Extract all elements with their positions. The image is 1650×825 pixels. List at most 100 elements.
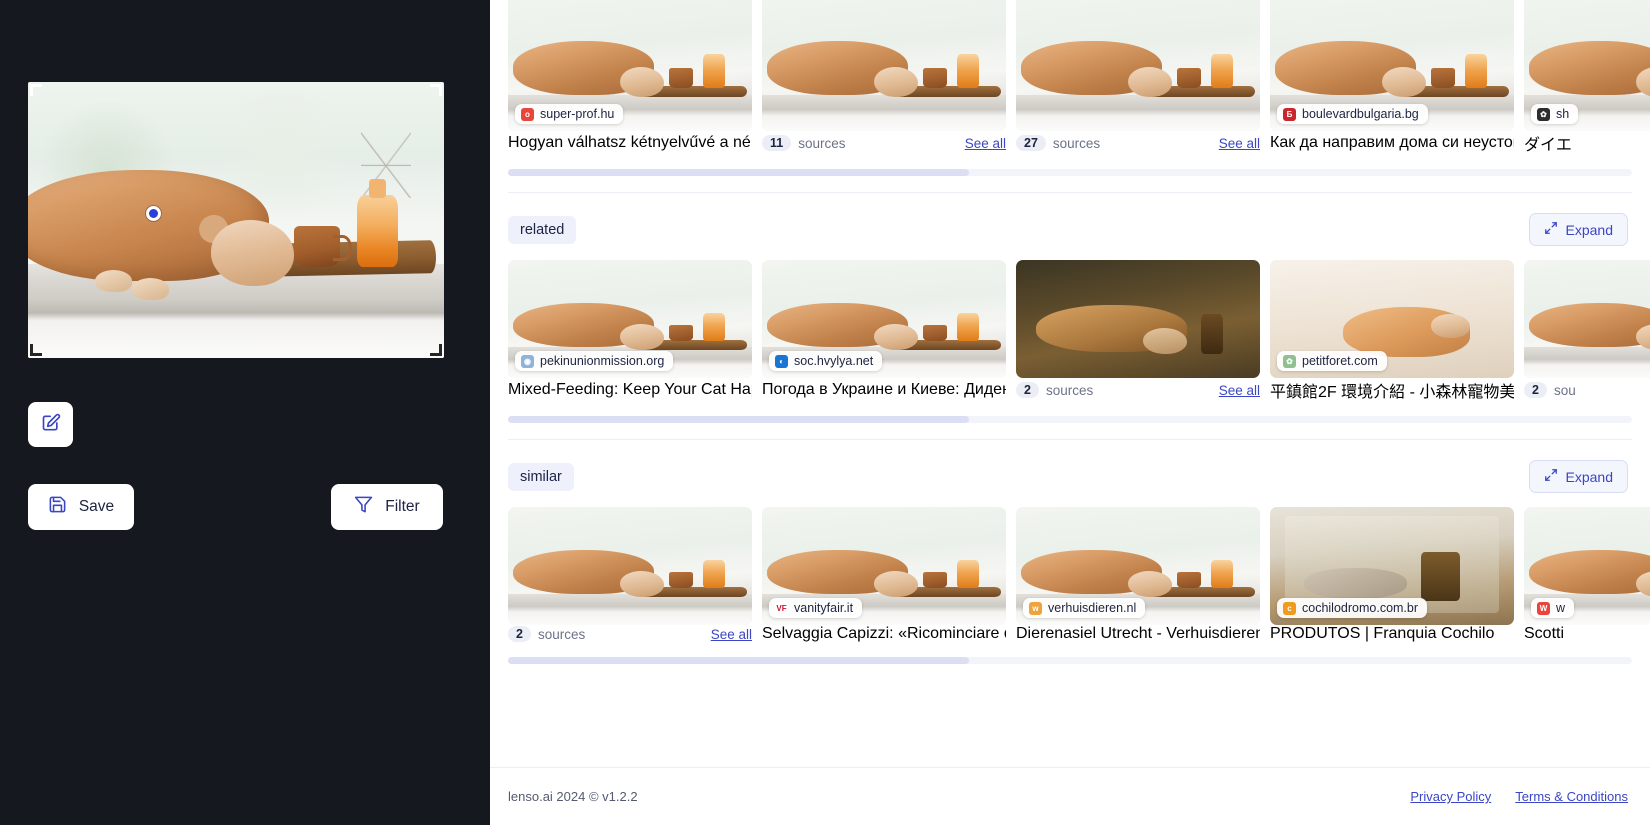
result-thumbnail[interactable]	[1016, 0, 1260, 131]
source-domain-label: boulevardbulgaria.bg	[1302, 107, 1419, 121]
horizontal-scrollbar[interactable]	[508, 416, 1632, 423]
result-title[interactable]: Погода в Украине и Киеве: Диденко спро	[762, 381, 1006, 399]
result-card[interactable]: c cochilodromo.com.br	[1270, 507, 1514, 625]
source-domain-badge[interactable]: ✿ petitforet.com	[1277, 351, 1387, 371]
filter-button-label: Filter	[385, 498, 420, 515]
result-title[interactable]: PRODUTOS | Franquia Cochilo	[1270, 625, 1494, 643]
expand-button-similar[interactable]: Expand	[1528, 460, 1628, 493]
result-card[interactable]	[762, 0, 1006, 131]
crop-editor[interactable]	[28, 82, 444, 358]
expand-button-label: Expand	[1565, 221, 1613, 238]
scrollbar-thumb[interactable]	[508, 657, 969, 664]
result-title[interactable]: Dierenasiel Utrecht - Verhuisdieren.nl	[1016, 625, 1260, 643]
result-title[interactable]: ダイエ	[1524, 131, 1572, 155]
source-domain-label: verhuisdieren.nl	[1048, 601, 1137, 615]
result-card[interactable]	[508, 507, 752, 625]
source-count: 11 sources	[762, 135, 846, 151]
source-count-label: sources	[1052, 135, 1101, 151]
result-card[interactable]: ◉ pekinunionmission.org	[508, 260, 752, 378]
see-all-link[interactable]: See all	[1219, 136, 1260, 151]
crop-handle-top-right[interactable]	[430, 84, 442, 96]
favicon-icon: ◉	[521, 354, 534, 368]
result-thumbnail[interactable]: Бboulevardbulgaria.bg	[1270, 0, 1514, 131]
result-thumbnail[interactable]: VF vanityfair.it	[762, 507, 1006, 625]
result-title[interactable]: Как да направим дома си неустоим за ко	[1270, 134, 1514, 152]
source-image[interactable]	[28, 82, 444, 358]
left-image-panel: Save Filter	[0, 0, 490, 825]
source-domain-badge[interactable]: Бboulevardbulgaria.bg	[1277, 104, 1428, 124]
result-thumbnail[interactable]: o super-prof.hu	[508, 0, 752, 131]
source-domain-badge[interactable]: o super-prof.hu	[515, 104, 624, 124]
source-domain-badge[interactable]: w verhuisdieren.nl	[1023, 598, 1146, 618]
result-card[interactable]	[1524, 260, 1650, 378]
result-card[interactable]: ◐ soc.hvylya.net	[762, 260, 1006, 378]
result-title[interactable]: Scotti	[1524, 625, 1564, 643]
result-thumbnail[interactable]: ◐ soc.hvylya.net	[762, 260, 1006, 378]
filter-button[interactable]: Filter	[331, 484, 443, 530]
see-all-link[interactable]: See all	[711, 627, 752, 642]
source-domain-badge[interactable]: VF vanityfair.it	[769, 598, 863, 618]
expand-button-related[interactable]: Expand	[1528, 213, 1628, 246]
result-card[interactable]: Ww	[1524, 507, 1650, 625]
result-card[interactable]: ✿ sh	[1524, 0, 1650, 131]
caption-row: Hogyan válhatsz kétnyelvűvé a német nyel…	[490, 131, 1650, 155]
result-thumbnail[interactable]: ✿ petitforet.com	[1270, 260, 1514, 378]
crop-handle-bottom-left[interactable]	[30, 344, 42, 356]
thumbnail-row[interactable]: ◉ pekinunionmission.org ◐ soc.hvylya.net ✿ pe…	[490, 260, 1650, 378]
result-caption-cell: Mixed-Feeding: Keep Your Cat Happy And H	[508, 378, 752, 402]
favicon-icon: w	[1029, 601, 1042, 615]
favicon-icon: Б	[1283, 107, 1296, 121]
scrollbar-thumb[interactable]	[508, 169, 969, 176]
result-title[interactable]: Mixed-Feeding: Keep Your Cat Happy And H	[508, 381, 752, 399]
result-thumbnail[interactable]	[1016, 260, 1260, 378]
result-title[interactable]: 平鎮館2F 環境介紹 - 小森林寵物美容旅館官網	[1270, 378, 1514, 402]
result-title[interactable]: Hogyan válhatsz kétnyelvűvé a német nyel…	[508, 134, 752, 152]
footer-links: Privacy Policy Terms & Conditions	[1410, 789, 1628, 804]
result-card[interactable]: w verhuisdieren.nl	[1016, 507, 1260, 625]
result-caption-cell: 2 sou	[1524, 378, 1650, 402]
see-all-link[interactable]: See all	[965, 136, 1006, 151]
source-domain-badge[interactable]: ◉ pekinunionmission.org	[515, 351, 674, 371]
result-thumbnail[interactable]: ✿ sh	[1524, 0, 1650, 131]
horizontal-scrollbar[interactable]	[508, 657, 1632, 664]
source-count-number: 27	[1016, 135, 1046, 151]
result-card[interactable]: o super-prof.hu	[508, 0, 752, 131]
source-count: 2 sou	[1524, 382, 1576, 398]
focus-point-marker[interactable]	[146, 206, 161, 221]
thumbnail-row[interactable]: o super-prof.hu Бboulevardbulgaria.bg ✿ sh	[490, 0, 1650, 131]
edit-button[interactable]	[28, 402, 73, 447]
source-domain-label: petitforet.com	[1302, 354, 1378, 368]
result-caption-cell: Selvaggia Capizzi: «Ricominciare dopo i …	[762, 625, 1006, 643]
result-thumbnail[interactable]	[508, 507, 752, 625]
result-thumbnail[interactable]	[762, 0, 1006, 131]
source-domain-badge[interactable]: ✿ sh	[1531, 104, 1579, 124]
privacy-policy-link[interactable]: Privacy Policy	[1410, 789, 1491, 804]
crop-handle-bottom-right[interactable]	[430, 344, 442, 356]
save-button[interactable]: Save	[28, 484, 134, 530]
terms-conditions-link[interactable]: Terms & Conditions	[1515, 789, 1628, 804]
scrollbar-thumb[interactable]	[508, 416, 969, 423]
result-caption-cell: Scotti	[1524, 625, 1650, 643]
result-thumbnail[interactable]	[1524, 260, 1650, 378]
result-thumbnail[interactable]: Ww	[1524, 507, 1650, 625]
source-domain-badge[interactable]: Ww	[1531, 598, 1575, 618]
result-thumbnail[interactable]: c cochilodromo.com.br	[1270, 507, 1514, 625]
result-card[interactable]: Бboulevardbulgaria.bg	[1270, 0, 1514, 131]
crop-handle-top-left[interactable]	[30, 84, 42, 96]
favicon-icon: ✿	[1283, 354, 1296, 368]
horizontal-scrollbar[interactable]	[508, 169, 1632, 176]
source-count-number: 2	[1524, 382, 1547, 398]
thumbnail-row[interactable]: VF vanityfair.it w verhuisdieren.nl c cochilo…	[490, 507, 1650, 625]
favicon-icon: ◐	[775, 354, 788, 368]
result-thumbnail[interactable]: ◉ pekinunionmission.org	[508, 260, 752, 378]
result-card[interactable]: VF vanityfair.it	[762, 507, 1006, 625]
result-card[interactable]	[1016, 260, 1260, 378]
result-title[interactable]: Selvaggia Capizzi: «Ricominciare dopo i …	[762, 625, 1006, 643]
see-all-link[interactable]: See all	[1219, 383, 1260, 398]
save-button-label: Save	[78, 498, 115, 515]
result-thumbnail[interactable]: w verhuisdieren.nl	[1016, 507, 1260, 625]
result-card[interactable]: ✿ petitforet.com	[1270, 260, 1514, 378]
source-domain-badge[interactable]: ◐ soc.hvylya.net	[769, 351, 883, 371]
result-card[interactable]	[1016, 0, 1260, 131]
source-domain-badge[interactable]: c cochilodromo.com.br	[1277, 598, 1428, 618]
